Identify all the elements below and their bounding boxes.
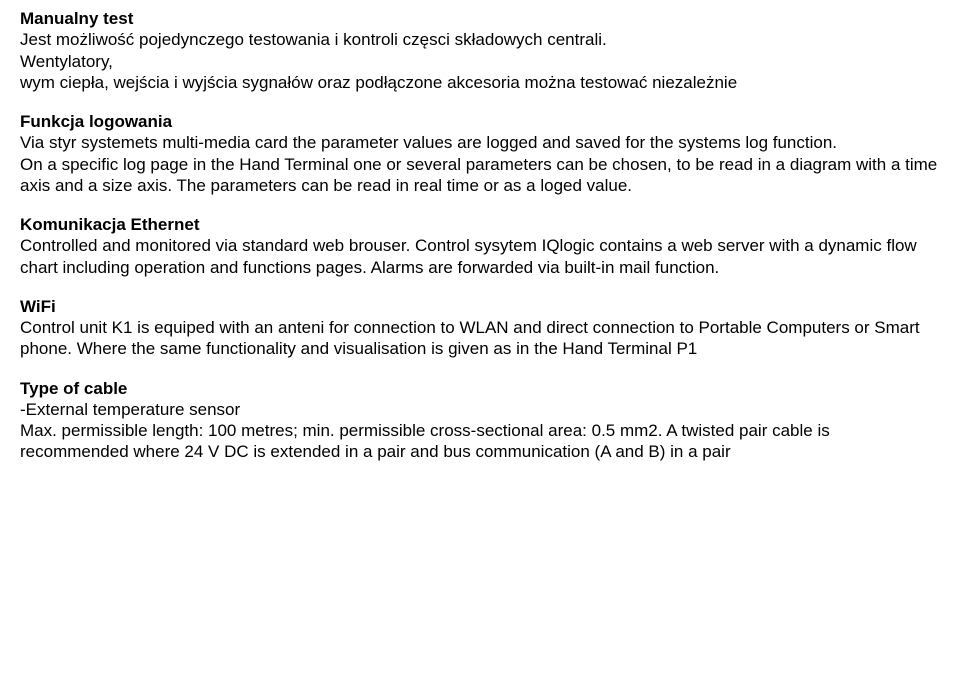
heading-wifi: WiFi [20, 296, 940, 317]
document-page: Manualny test Jest możliwość pojedynczeg… [0, 0, 960, 463]
body-text: Control unit K1 is equiped with an anten… [20, 317, 940, 360]
section-type-of-cable: Type of cable -External temperature sens… [20, 378, 940, 463]
heading-manualny-test: Manualny test [20, 8, 940, 29]
heading-funkcja-logowania: Funkcja logowania [20, 111, 940, 132]
body-text: Wentylatory, [20, 51, 940, 72]
body-text: Controlled and monitored via standard we… [20, 235, 940, 278]
body-text: Max. permissible length: 100 metres; min… [20, 420, 940, 463]
body-text: Via styr systemets multi-media card the … [20, 132, 940, 153]
section-manualny-test: Manualny test Jest możliwość pojedynczeg… [20, 8, 940, 93]
heading-type-of-cable: Type of cable [20, 378, 940, 399]
body-text: On a specific log page in the Hand Termi… [20, 154, 940, 197]
body-text: Jest możliwość pojedynczego testowania i… [20, 29, 940, 50]
section-funkcja-logowania: Funkcja logowania Via styr systemets mul… [20, 111, 940, 196]
body-text: wym ciepła, wejścia i wyjścia sygnałów o… [20, 72, 940, 93]
heading-komunikacja-ethernet: Komunikacja Ethernet [20, 214, 940, 235]
body-text: -External temperature sensor [20, 399, 940, 420]
section-wifi: WiFi Control unit K1 is equiped with an … [20, 296, 940, 360]
section-komunikacja-ethernet: Komunikacja Ethernet Controlled and moni… [20, 214, 940, 278]
